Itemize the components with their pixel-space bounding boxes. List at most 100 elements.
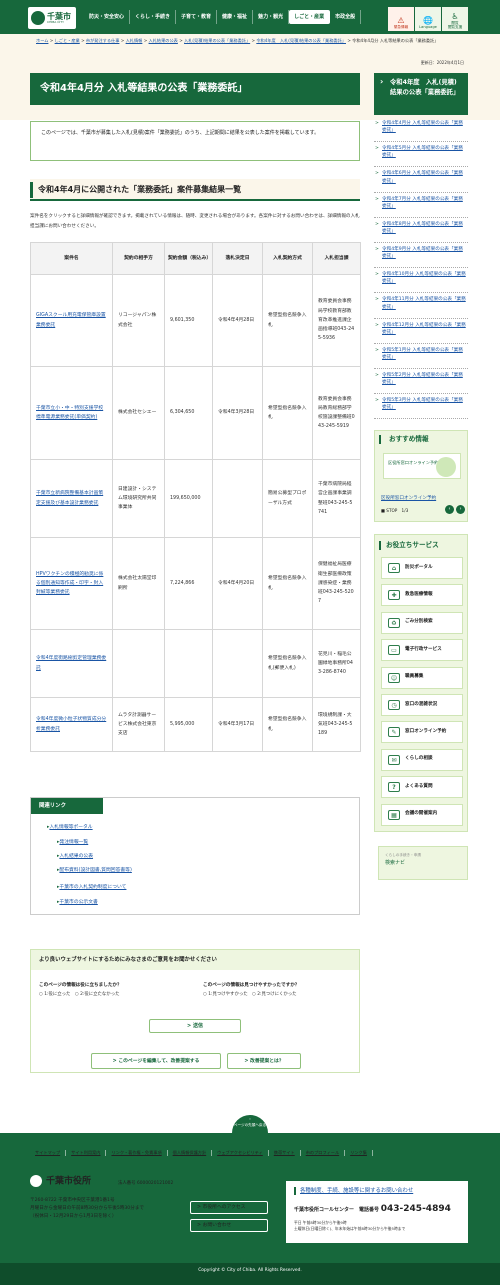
call-notes: 平日 午前8時30分から午後9時 土曜休日(日曜日除く)、年末年始は午前8時30分… (294, 1220, 460, 1232)
project-link[interactable]: 千葉市立小・中・特別支援学校標準電源業務委託(単価契約) (36, 406, 103, 420)
cell-text: 株式会社セシエー (118, 410, 157, 416)
recommend-banner[interactable]: 区役所窓口オンライン予約 (383, 453, 461, 479)
gnav-item[interactable]: しごと・産業 (289, 10, 331, 24)
search-navi-banner[interactable]: くらしの手続き・申請 検索ナビ (378, 846, 468, 880)
footer-nav-link[interactable]: ウェブアクセシビリティ (212, 1150, 269, 1157)
survey-q2-options[interactable]: ○ 1:見つけやすかった ○ 2:見つけにくかった (203, 992, 297, 999)
related-link[interactable]: 発注情報一覧 (57, 839, 88, 846)
table-cell: 199,650,000 (164, 459, 213, 538)
gnav-item[interactable]: 魅力・観光 (253, 10, 290, 24)
footer-nav-link[interactable]: サイト利用案内 (66, 1150, 107, 1157)
sidebar-item[interactable]: 令和5年2月分 入札等結果の公表「業務委託」 (374, 369, 468, 395)
related-link[interactable]: 千葉市の公示文書 (57, 899, 97, 906)
service-button[interactable]: ▦ 会議の開催案内 (381, 803, 463, 826)
survey-q1-options[interactable]: ○ 1:役に立った ○ 2:役に立たなかった (39, 992, 119, 999)
related-link[interactable]: 入札情報等ポータル (47, 824, 92, 831)
service-button[interactable]: ▭ 電子行政サービス (381, 639, 463, 662)
footer-nav-link[interactable]: リンク・著作権・免責事項 (106, 1150, 168, 1157)
section-note: 案件名をクリックすると詳細情報が確認できます。掲載されている情報は、随時、変更さ… (30, 214, 360, 229)
breadcrumb-link[interactable]: ホーム (36, 38, 48, 43)
useful-title: お役立ちサービス (379, 541, 467, 550)
breadcrumb-link[interactable]: 入札結果の公表 (149, 38, 178, 43)
footer-nav-link[interactable]: サイトマップ (30, 1150, 67, 1157)
sidebar-heading: 令和4年度 入札(見積)結果の公表「業務委託」 (374, 73, 468, 115)
sidebar-item[interactable]: 令和4年6月分 入札等結果の公表「業務委託」 (374, 167, 468, 193)
city-emblem-icon (31, 11, 45, 25)
cell-text: 5,995,000 (170, 721, 195, 727)
breadcrumb-link[interactable]: 入札(見積)結果の公表「業務委託」 (184, 38, 250, 43)
improve-edit-button[interactable]: > このページを編集して、改善提案する (91, 1053, 221, 1069)
service-button[interactable]: ◷ 窓口の混雑状況 (381, 694, 463, 716)
service-button[interactable]: ☺ 職員募集 (381, 666, 463, 689)
related-link[interactable]: 配布資料(設計図書,質問回答書等) (57, 867, 131, 874)
service-label: 職員募集 (405, 674, 424, 680)
improve-about-button[interactable]: > 改善提案とは？ (227, 1053, 301, 1069)
sidebar-item[interactable]: 令和5年1月分 入札等結果の公表「業務委託」 (374, 344, 468, 369)
sidebar-item[interactable]: 令和4年12月分 入札等結果の公表「業務委託」 (374, 319, 468, 344)
project-link[interactable]: 千葉市立新病院整備基本計画策定支援及び基本設計業務委託 (36, 491, 103, 505)
service-button[interactable]: ? よくある質問 (381, 776, 463, 799)
prev-arrow-icon[interactable]: ‹ (445, 505, 454, 514)
call-label: 千葉市役所コールセンター 電話番号 (294, 1207, 380, 1213)
sidebar-item[interactable]: 令和4年5月分 入札等結果の公表「業務委託」 (374, 142, 468, 168)
sidebar-item[interactable]: 令和4年9月分 入札等結果の公表「業務委託」 (374, 243, 468, 269)
table-header-cell: 入札担当課 (312, 242, 361, 275)
related-link[interactable]: 入札結果の公表 (57, 853, 93, 860)
carousel-page: 1/3 (401, 508, 409, 513)
service-button[interactable]: ♻ ごみ分別検索 (381, 611, 463, 634)
gnav-item[interactable]: 市政全般 (330, 10, 362, 24)
sidebar-item[interactable]: 令和5年3月分 入札等結果の公表「業務委託」 (374, 394, 468, 420)
results-table: 案件名 契約の相手方 契約金額（税込み） 落札決定日 入札契約方式 入札担当課 GIGAス… (30, 242, 361, 752)
address-line: 〒260-8722 千葉市中央区千葉港1番1号 (30, 1198, 115, 1203)
corp-number: 法人番号 6000020121002 (118, 1181, 174, 1186)
service-button[interactable]: ✉ くらしの相談 (381, 748, 463, 771)
project-link[interactable]: GIGAスクール用充電保管庫設置業務委託 (36, 313, 106, 327)
related-link[interactable]: 千葉市の入札契約制度について (57, 884, 126, 891)
header-util-button[interactable]: 🌐 Language (415, 7, 441, 31)
project-link[interactable]: 令和4年度微小粒子状物質成分分析業務委託 (36, 717, 106, 731)
site-logo[interactable]: 千葉市 CHIBA CITY (28, 7, 76, 29)
page-top-button[interactable]: ⌃ ページの先頭へ戻る (232, 1115, 268, 1135)
service-button[interactable]: ⌂ 防災ポータル (381, 557, 463, 579)
footer-nav-link[interactable]: 市のプロフィール (301, 1150, 346, 1157)
footer-nav-link[interactable]: 携帯サイト (269, 1150, 301, 1157)
service-button[interactable]: ✎ 窓口オンライン予約 (381, 721, 463, 744)
gnav-item[interactable]: 子育て・教育 (176, 10, 218, 24)
breadcrumb-link[interactable]: 入札情報 (126, 38, 143, 43)
footer-nav-link[interactable]: 個人情報保護方針 (168, 1150, 213, 1157)
table-cell: 令和4年3月28日 (212, 366, 263, 460)
survey-submit-button[interactable]: > 送信 (149, 1019, 241, 1033)
breadcrumb-link[interactable]: 令和4年度 入札(見積)結果の公表「業務委託」 (256, 38, 346, 43)
service-button[interactable]: ✚ 救急医療情報 (381, 584, 463, 607)
header-util-button[interactable]: ⚠ 緊急情報 (388, 7, 414, 31)
sidebar-item[interactable]: 令和4年10月分 入札等結果の公表「業務委託」 (374, 268, 468, 294)
header-util-button[interactable]: ♿ 閲覧 閲覧支援 (442, 7, 468, 31)
breadcrumb-link[interactable]: しごと・産業 (55, 38, 80, 43)
footer-nav-link[interactable]: リンク集 (345, 1150, 373, 1157)
sidebar-item[interactable]: 令和4年4月分 入札等結果の公表「業務委託」 (374, 117, 468, 143)
ambulance-icon: ✚ (388, 590, 400, 601)
gnav-item[interactable]: くらし・手続き (130, 10, 177, 24)
call-number: 043-245-4894 (380, 1204, 451, 1214)
table-header-row: 案件名 契約の相手方 契約金額（税込み） 落札決定日 入札契約方式 入札担当課 (30, 242, 361, 275)
next-arrow-icon[interactable]: › (456, 505, 465, 514)
language-icon: 🌐 (423, 16, 433, 26)
sidebar-item[interactable]: 令和4年7月分 入札等結果の公表「業務委託」 (374, 193, 468, 218)
project-link[interactable]: HPVワクチンの積極的勧奨に係る個別通知等作成・印字・封入封緘等業務委託 (36, 572, 103, 595)
sidebar-item[interactable]: 令和4年8月分 入札等結果の公表「業務委託」 (374, 218, 468, 243)
cell-text: 株式会社太陽堂印刷所 (118, 576, 157, 591)
access-button[interactable]: > 市役所へのアクセス (190, 1201, 268, 1214)
breadcrumb-current: 令和4年4月分 入札等結果の公表「業務委託」 (352, 38, 439, 43)
sidebar-item[interactable]: 令和4年11月分 入札等結果の公表「業務委託」 (374, 293, 468, 319)
contact-button[interactable]: > お問い合わせ (190, 1219, 268, 1232)
banner-illustration-icon (436, 457, 456, 477)
table-cell: 日建設計・システム環境研究所共同事業体 (112, 459, 165, 538)
recommend-panel: おすすめ情報 区役所窓口オンライン予約 区役所窓口オンライン予約 ■ STOP … (374, 430, 468, 522)
gnav-item[interactable]: 防災・安全安心 (84, 10, 131, 24)
recommend-link[interactable]: 区役所窓口オンライン予約 (381, 496, 436, 503)
breadcrumb-link[interactable]: 市が発注する仕事 (86, 38, 120, 43)
gnav-item[interactable]: 健康・福祉 (217, 10, 254, 24)
project-link[interactable]: 令和4年度街路樹剪定管理業務委託 (36, 656, 106, 670)
call-center-link[interactable]: 各種制度、手続、施設等に関するお問い合わせ (294, 1187, 460, 1195)
carousel-stop-button[interactable]: ■ STOP 1/3 (381, 508, 408, 514)
